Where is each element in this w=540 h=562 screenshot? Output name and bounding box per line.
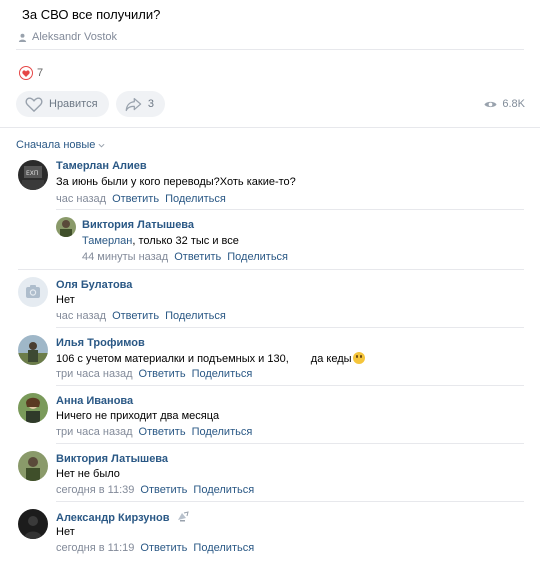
share-arrow-icon <box>125 97 142 111</box>
comment-text-body: 106 с учетом материалки и подъемных и 13… <box>56 353 289 365</box>
avatar[interactable] <box>56 217 76 237</box>
comment-meta: сегодня в 11:39 Ответить Поделиться <box>56 484 254 496</box>
comment-time[interactable]: час назад <box>56 193 106 205</box>
divider <box>0 127 540 128</box>
comment-meta: три часа назад Ответить Поделиться <box>56 426 252 438</box>
divider <box>16 49 524 50</box>
reply-link[interactable]: Ответить <box>139 368 186 380</box>
comment-author[interactable]: Александр Кирзунов <box>56 511 190 524</box>
heart-icon <box>19 66 33 80</box>
heart-outline-icon <box>25 96 43 112</box>
comment-meta: три часа назад Ответить Поделиться <box>56 368 252 380</box>
user-icon <box>18 33 27 42</box>
eye-icon <box>484 101 497 107</box>
comment-time[interactable]: три часа назад <box>56 368 133 380</box>
like-button[interactable]: Нравится <box>16 91 109 117</box>
comment-time[interactable]: сегодня в 11:19 <box>56 542 134 554</box>
comment-meta: час назад Ответить Поделиться <box>56 193 226 205</box>
comment-author[interactable]: Оля Булатова <box>56 279 132 291</box>
chevron-down-icon <box>98 143 105 148</box>
avatar[interactable] <box>18 509 48 539</box>
comment-text-tail: да кеды <box>310 353 352 365</box>
comment-meta: час назад Ответить Поделиться <box>56 310 226 322</box>
reply-link[interactable]: Ответить <box>112 310 159 322</box>
svg-text:ЕХП: ЕХП <box>26 170 38 177</box>
share-link[interactable]: Поделиться <box>192 368 253 380</box>
avatar[interactable] <box>18 451 48 481</box>
divider <box>18 269 524 270</box>
share-link[interactable]: Поделиться <box>165 193 226 205</box>
mention-link[interactable]: Тамерлан <box>82 235 132 247</box>
comment-text: Тамерлан, только 32 тыс и все <box>82 235 239 247</box>
avatar[interactable]: ЕХП <box>18 160 48 190</box>
comment-text: Нет не было <box>56 468 120 480</box>
sort-label: Сначала новые <box>16 139 96 151</box>
comment-time[interactable]: час назад <box>56 310 106 322</box>
divider <box>56 501 524 502</box>
author-name[interactable]: Aleksandr Vostok <box>32 31 117 43</box>
comment-text: Нет <box>56 526 75 538</box>
comment-text: Нет <box>56 294 75 306</box>
avatar[interactable] <box>18 393 48 423</box>
share-button[interactable]: 3 <box>116 91 165 117</box>
sort-dropdown[interactable]: Сначала новые <box>16 139 105 151</box>
divider <box>56 209 524 210</box>
reply-link[interactable]: Ответить <box>140 484 187 496</box>
reply-link[interactable]: Ответить <box>140 542 187 554</box>
share-link[interactable]: Поделиться <box>227 251 288 263</box>
share-link[interactable]: Поделиться <box>165 310 226 322</box>
divider <box>56 327 524 328</box>
comment-author[interactable]: Илья Трофимов <box>56 337 145 349</box>
post-title: За СВО все получили? <box>22 7 161 22</box>
comment-time[interactable]: сегодня в 11:39 <box>56 484 134 496</box>
views-count: 6.8K <box>502 98 525 110</box>
comment-text-body: , только 32 тыс и все <box>132 235 239 247</box>
likes-count: 7 <box>37 67 44 79</box>
post-author[interactable]: Aleksandr Vostok <box>18 31 117 43</box>
comment-text: За июнь были у кого переводы?Хоть какие-… <box>56 176 296 188</box>
share-link[interactable]: Поделиться <box>193 484 254 496</box>
comment-meta: сегодня в 11:19 Ответить Поделиться <box>56 542 254 554</box>
comment-time[interactable]: три часа назад <box>56 426 133 438</box>
reply-link[interactable]: Ответить <box>139 426 186 438</box>
comment-author[interactable]: Тамерлан Алиев <box>56 160 147 172</box>
comment-author[interactable]: Анна Иванова <box>56 395 133 407</box>
views-counter: 6.8K <box>484 98 525 110</box>
avatar[interactable] <box>18 277 48 307</box>
comment-author[interactable]: Виктория Латышева <box>82 219 194 231</box>
share-count: 3 <box>147 98 154 110</box>
comment-time[interactable]: 44 минуты назад <box>82 251 168 263</box>
divider <box>56 443 524 444</box>
satellite-dish-icon <box>177 511 189 522</box>
reply-link[interactable]: Ответить <box>112 193 159 205</box>
comment-author[interactable]: Виктория Латышева <box>56 453 168 465</box>
reply-link[interactable]: Ответить <box>174 251 221 263</box>
comment-text: Ничего не приходит два месяца <box>56 410 220 422</box>
share-link[interactable]: Поделиться <box>192 426 253 438</box>
avatar[interactable] <box>18 335 48 365</box>
comment-text: 106 с учетом материалки и подъемных и 13… <box>56 352 365 365</box>
comment-meta: 44 минуты назад Ответить Поделиться <box>82 251 288 263</box>
share-link[interactable]: Поделиться <box>193 542 254 554</box>
laughing-emoji-icon <box>352 352 365 364</box>
camera-icon <box>26 285 40 298</box>
likes-summary[interactable]: 7 <box>19 66 43 80</box>
comment-author-name[interactable]: Александр Кирзунов <box>56 512 170 524</box>
like-label: Нравится <box>49 98 98 110</box>
divider <box>56 385 524 386</box>
